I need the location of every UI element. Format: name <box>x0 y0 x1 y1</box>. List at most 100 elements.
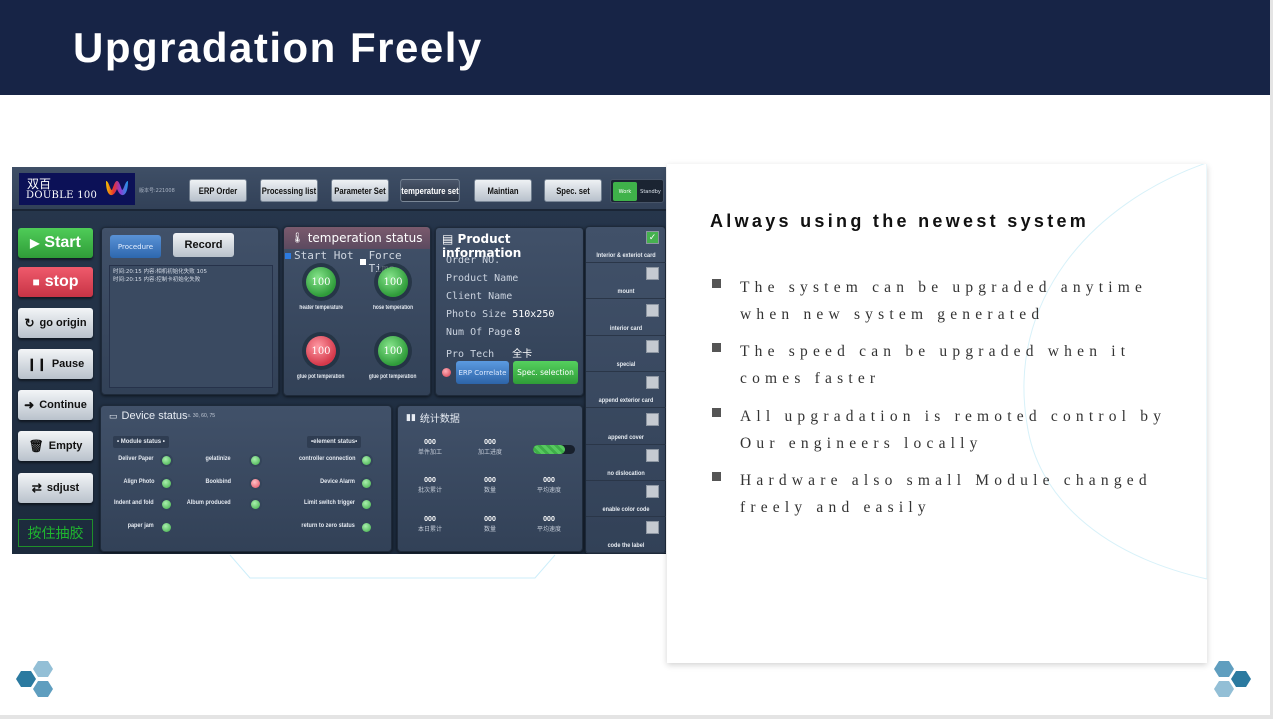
gauge-value: 100 <box>306 336 336 366</box>
row-value: 510x250 <box>512 309 555 320</box>
processing-list-button[interactable]: Processing list <box>260 179 318 202</box>
checkbox-unchecked-icon[interactable] <box>646 485 659 499</box>
options-panel: ✓ Interior & exteriot card mount interior c… <box>585 226 666 554</box>
option-label: no dislocation <box>607 469 645 477</box>
glue-pot-temperature-gauge: 100 glue pot temperation <box>285 336 357 404</box>
status-label: Album produced <box>187 499 231 506</box>
hmi-screenshot: 双百 DOUBLE 100 版本号:221008 ERP Order Proce… <box>12 167 666 554</box>
heater-temperature-gauge: 100 heater temperature <box>285 267 357 335</box>
stat-value: 000 <box>484 439 496 446</box>
bullet-text: All upgradation is remoted control by Ou… <box>740 408 1167 452</box>
continue-label: Continue <box>39 399 87 411</box>
checkbox-unchecked-icon[interactable] <box>646 521 659 535</box>
stat-cell: 000 本日累计 <box>401 516 459 533</box>
gauge-label: glue pot temperation <box>297 374 345 380</box>
row-value: 8 <box>514 327 521 338</box>
go-origin-label: go origin <box>39 317 87 329</box>
statistics-title: 统计数据 <box>419 414 460 425</box>
gauge-label: hose temperation <box>372 305 413 311</box>
option-item[interactable]: append cover <box>586 409 666 445</box>
go-origin-button[interactable]: ↻ go origin <box>18 308 93 338</box>
parameter-set-button[interactable]: Parameter Set <box>331 179 389 202</box>
option-item[interactable]: code the label <box>586 517 666 554</box>
checkbox-unchecked-icon[interactable] <box>646 339 659 353</box>
adjust-label: sdjust <box>46 482 80 494</box>
continue-button[interactable]: ➜ Continue <box>18 390 93 420</box>
erp-correlate-button[interactable]: ERP Correlate <box>456 361 509 384</box>
slide-title: Upgradation Freely <box>73 24 483 71</box>
stop-button[interactable]: ■ stop <box>18 267 93 297</box>
stat-caption: 加工进度 <box>477 449 502 456</box>
log-list: 时间:20:15 内容:相机初始化失败 105 时间:20:15 内容:控制卡初… <box>109 265 273 388</box>
card-title: Always using the newest system <box>710 211 1090 231</box>
stat-cell: 000 数量 <box>461 516 519 533</box>
record-button[interactable]: Record <box>173 233 234 257</box>
pause-button[interactable]: ❙❙ Pause <box>18 349 93 379</box>
status-label: Indent and fold <box>114 499 154 506</box>
status-ok-indicator <box>362 479 371 488</box>
empty-button[interactable]: 🗑 Empty <box>18 431 93 461</box>
row-label: Pro Tech <box>446 349 495 360</box>
work-mode[interactable]: Work <box>613 182 637 201</box>
stat-cell: 000 批次累计 <box>401 477 459 494</box>
checkbox-unchecked-icon[interactable] <box>646 303 659 317</box>
slide-header: Upgradation Freely <box>0 0 1270 95</box>
standby-mode[interactable]: Standby <box>638 182 663 201</box>
bullet-square-icon <box>712 408 721 417</box>
erp-order-button[interactable]: ERP Order <box>189 179 247 202</box>
status-label: paper jam <box>127 522 154 529</box>
option-item[interactable]: special <box>586 336 666 372</box>
checkbox-unchecked-icon[interactable] <box>646 448 659 462</box>
logo-en-text: DOUBLE 100 <box>26 190 98 201</box>
start-hot-checkbox[interactable]: Start Hot <box>285 249 354 262</box>
row-label: Photo Size <box>446 309 507 320</box>
checkbox-unchecked-icon[interactable] <box>646 376 659 390</box>
play-icon: ▶ <box>30 236 40 250</box>
stat-value: 000 <box>424 477 436 484</box>
stat-cell: 000 单件加工 <box>401 439 459 456</box>
start-hot-label: Start Hot <box>294 249 354 262</box>
stat-cell: 000 平均速度 <box>520 477 578 494</box>
adjust-button[interactable]: ⇄ sdjust <box>18 473 93 503</box>
log-entry: 时间:20:15 内容:控制卡初始化失败 <box>113 277 201 283</box>
glue-pot-temperature-gauge-2: 100 glue pot temperation <box>357 336 429 404</box>
procedure-button[interactable]: Procedure <box>110 235 161 258</box>
stat-caption: 本日累计 <box>417 526 442 533</box>
start-button[interactable]: ▶ Start <box>18 228 93 258</box>
temperature-set-button[interactable]: temperature set <box>400 179 460 202</box>
stat-value: 000 <box>484 477 496 484</box>
status-label: Limit switch trigger <box>304 499 355 506</box>
maintain-button[interactable]: Maintian <box>474 179 532 202</box>
option-item[interactable]: no dislocation <box>586 445 666 481</box>
status-label: return to zero status <box>301 522 355 529</box>
option-item[interactable]: ✓ Interior & exteriot card <box>586 227 666 263</box>
stat-caption: 平均速度 <box>536 526 561 533</box>
option-item[interactable]: enable color code <box>586 481 666 518</box>
checkbox-unchecked-icon[interactable] <box>646 267 659 281</box>
checkbox-checked-icon[interactable]: ✓ <box>646 231 659 244</box>
status-ok-indicator <box>162 500 171 509</box>
gauge-value: 100 <box>306 267 336 297</box>
row-label: Order NO. <box>446 255 501 266</box>
checkbox-unchecked-icon[interactable] <box>646 412 659 426</box>
status-label: Device Alarm <box>320 478 355 485</box>
work-standby-toggle[interactable]: Work Standby <box>610 179 664 203</box>
status-ok-indicator <box>362 500 371 509</box>
hold-glue-button[interactable]: 按住抽胶 <box>18 519 93 547</box>
option-label: code the label <box>607 542 645 550</box>
spec-set-button[interactable]: Spec. set <box>544 179 602 202</box>
gauge-value: 100 <box>378 267 408 297</box>
log-panel: Procedure Record 时间:20:15 内容:相机初始化失败 105… <box>101 227 279 395</box>
status-ok-indicator <box>362 456 371 465</box>
processing-progress-bar <box>533 445 575 454</box>
option-item[interactable]: mount <box>586 263 666 300</box>
spec-selection-button[interactable]: Spec. selection <box>513 361 578 384</box>
option-label: append cover <box>608 433 644 441</box>
stat-caption: 数量 <box>483 487 496 494</box>
row-label: Product Name <box>446 273 519 284</box>
pause-label: Pause <box>51 358 85 370</box>
stat-value: 000 <box>424 516 436 523</box>
option-item[interactable]: interior card <box>586 300 666 336</box>
option-item[interactable]: append exterior card <box>586 372 666 409</box>
status-label: Deliver Paper <box>118 455 154 462</box>
